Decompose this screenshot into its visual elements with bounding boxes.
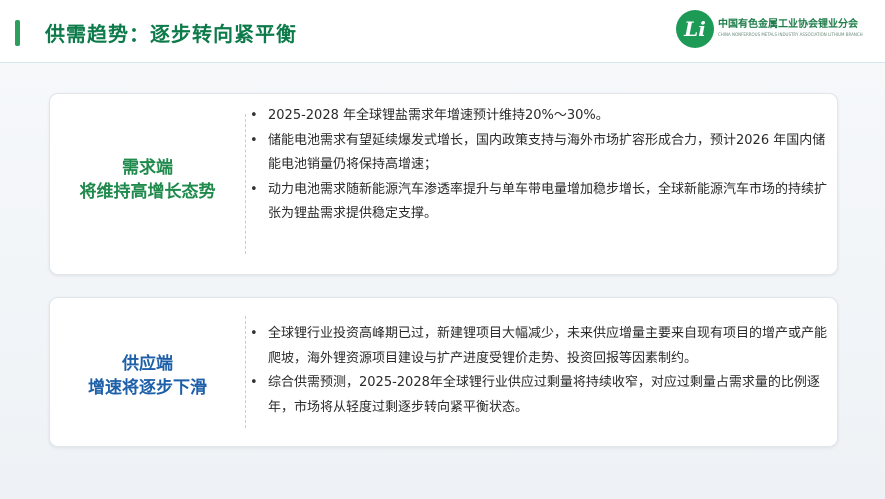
logo-mark-icon: Li xyxy=(676,10,714,48)
demand-bullet: • 动力电池需求随新能源汽车渗透率提升与单车带电量增加稳步增长，全球新能源汽车市场… xyxy=(250,178,829,227)
supply-divider xyxy=(245,316,247,428)
demand-bullet-list: • 2025-2028 年全球锂盐需求年增速预计维持20%～30%。 • 储能电池需… xyxy=(250,104,829,227)
supply-title-line2: 增速将逐步下滑 xyxy=(88,378,207,398)
supply-bullet: • 全球锂行业投资高峰期已过，新建锂项目大幅减少，未来供应增量主要来自现有项目的增… xyxy=(250,322,829,371)
demand-bullet: • 2025-2028 年全球锂盐需求年增速预计维持20%～30%。 xyxy=(250,104,829,129)
logo-name-cn: 中国有色金属工业协会锂业分会 xyxy=(718,19,858,30)
logo-name-en: CHINA NONFERROUS METALS INDUSTRY ASSOCIA… xyxy=(718,32,863,37)
demand-title-line2: 将维持高增长态势 xyxy=(79,182,216,202)
slide: 供需趋势：逐步转向紧平衡 Li 中国有色金属工业协会锂业分会 CHINA NON… xyxy=(0,0,885,499)
bullet-dot-icon: • xyxy=(250,326,258,341)
bullet-dot-icon: • xyxy=(250,181,258,197)
bullet-dot-icon: • xyxy=(250,132,258,148)
supply-card: 供应端 增速将逐步下滑 • 全球锂行业投资高峰期已过，新建锂项目大幅减少，未来供应… xyxy=(49,297,838,447)
demand-title-line1: 需求端 xyxy=(122,158,173,178)
association-logo: Li 中国有色金属工业协会锂业分会 CHINA NONFERROUS METAL… xyxy=(676,10,876,50)
supply-bullet: • 综合供需预测，2025-2028年全球锂行业供应过剩量将持续收窄，对应过剩量占… xyxy=(250,371,829,420)
demand-divider xyxy=(245,114,247,254)
demand-card: 需求端 将维持高增长态势 • 2025-2028 年全球锂盐需求年增速预计维持20… xyxy=(49,93,838,275)
bullet-dot-icon: • xyxy=(250,108,258,123)
title-accent-bar xyxy=(15,20,20,46)
bullet-dot-icon: • xyxy=(250,375,258,390)
demand-card-title: 需求端 将维持高增长态势 xyxy=(50,156,245,204)
supply-card-title: 供应端 增速将逐步下滑 xyxy=(50,352,245,400)
slide-title: 供需趋势：逐步转向紧平衡 xyxy=(45,22,297,46)
slide-header: 供需趋势：逐步转向紧平衡 Li 中国有色金属工业协会锂业分会 CHINA NON… xyxy=(0,0,885,63)
demand-bullet: • 储能电池需求有望延续爆发式增长，国内政策支持与海外市场扩容形成合力，预计202… xyxy=(250,129,829,178)
supply-title-line1: 供应端 xyxy=(122,354,173,374)
supply-bullet-list: • 全球锂行业投资高峰期已过，新建锂项目大幅减少，未来供应增量主要来自现有项目的增… xyxy=(250,322,829,420)
